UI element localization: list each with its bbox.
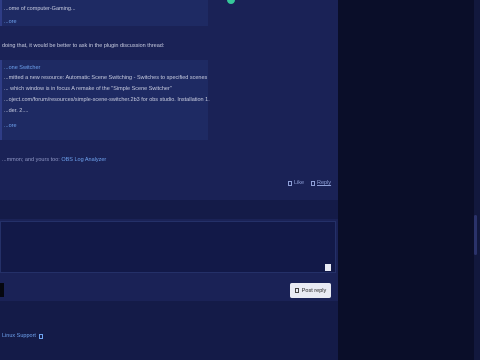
quote-expand-link[interactable]: ...ore — [4, 19, 17, 25]
post-message: ...ome of computer-Gaming... ...ore doin… — [0, 0, 338, 200]
like-button[interactable]: Like — [288, 180, 304, 186]
quote-block: ...one Switcher ...mitted a new resource… — [0, 60, 210, 140]
post-text: doing that, it would be better to ask in… — [2, 43, 165, 49]
bookmark-icon[interactable] — [38, 333, 43, 339]
like-icon — [288, 180, 292, 186]
signature-link[interactable]: OBS Log Analyzer — [61, 157, 106, 163]
editor-side-tab — [0, 283, 4, 297]
quote-block: ...ome of computer-Gaming... ...ore — [0, 0, 208, 26]
breadcrumb-item[interactable]: Linux Support — [2, 333, 36, 339]
signature-text: ...mmon; and yours too: — [2, 157, 60, 163]
quote-text: ...ome of computer-Gaming... — [4, 6, 76, 12]
quote-text: ... which window is in focus A remake of… — [4, 86, 172, 92]
reply-button[interactable]: Reply — [311, 180, 331, 186]
quote-text: ...mitted a new resource: Automatic Scen… — [4, 75, 208, 81]
scrollbar-thumb[interactable] — [474, 215, 477, 255]
breadcrumb: Linux Support — [2, 333, 43, 339]
quote-text: ...oject.com/forum/resources/simple-scen… — [4, 97, 210, 103]
editor-resize-handle[interactable] — [325, 264, 331, 271]
reply-icon — [294, 288, 299, 293]
post-reply-label: Post reply — [301, 287, 327, 294]
signature: ...mmon; and yours too: OBS Log Analyzer — [2, 157, 106, 163]
scrollbar-track[interactable] — [474, 0, 480, 360]
post-reply-button[interactable]: Post reply — [290, 283, 331, 298]
reply-label: Reply — [317, 180, 332, 186]
quote-expand-link[interactable]: ...ore — [4, 123, 17, 129]
reply-editor[interactable] — [0, 221, 336, 273]
right-sidebar — [338, 0, 474, 360]
quote-text: ...der. 2.... — [4, 108, 29, 114]
like-label: Like — [294, 180, 305, 186]
quote-title-link[interactable]: ...one Switcher — [4, 65, 40, 71]
reply-icon — [311, 180, 315, 186]
